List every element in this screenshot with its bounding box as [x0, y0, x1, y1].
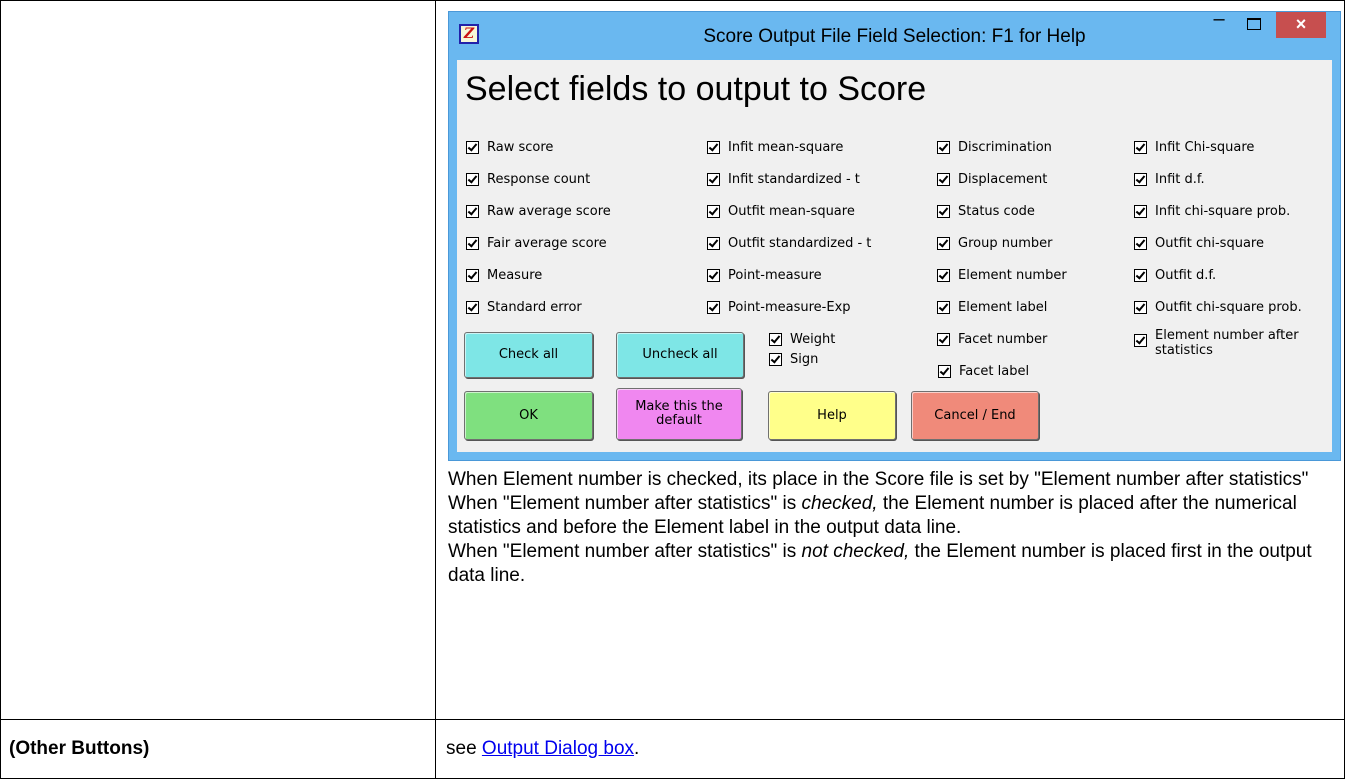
checkbox-status-code[interactable]: Status code — [937, 204, 1035, 219]
checkbox-checked-icon[interactable] — [937, 173, 950, 186]
checkbox-checked-icon[interactable] — [937, 205, 950, 218]
checkbox-checked-icon[interactable] — [937, 333, 950, 346]
checkbox-measure[interactable]: Measure — [466, 268, 542, 283]
checkbox-outfit-mean-square[interactable]: Outfit mean-square — [707, 204, 855, 219]
description-paragraph-1: When Element number is checked, its plac… — [448, 469, 1309, 490]
checkbox-raw-average-score[interactable]: Raw average score — [466, 204, 611, 219]
checkbox-checked-icon[interactable] — [707, 301, 720, 314]
checkbox-checked-icon[interactable] — [769, 333, 782, 346]
other-buttons-label: (Other Buttons) — [0, 718, 436, 779]
checkbox-element-label[interactable]: Element label — [937, 300, 1047, 315]
checkbox-point-measure-exp[interactable]: Point-measure-Exp — [707, 300, 851, 315]
left-cell-empty — [0, 0, 436, 720]
checkbox-checked-icon[interactable] — [707, 205, 720, 218]
check-all-button[interactable]: Check all — [464, 332, 593, 378]
help-button[interactable]: Help — [768, 391, 896, 440]
checkbox-outfit-standardized[interactable]: Outfit standardized - t — [707, 236, 871, 251]
checkbox-group-number[interactable]: Group number — [937, 236, 1052, 251]
checkbox-checked-icon[interactable] — [466, 173, 479, 186]
checkbox-displacement[interactable]: Displacement — [937, 172, 1047, 187]
checkbox-checked-icon[interactable] — [937, 237, 950, 250]
checkbox-facet-number[interactable]: Facet number — [937, 332, 1047, 347]
checkbox-outfit-chi-square[interactable]: Outfit chi-square — [1134, 236, 1264, 251]
checkbox-outfit-chi-square-prob[interactable]: Outfit chi-square prob. — [1134, 300, 1302, 315]
description-paragraph-3: When "Element number after statistics" i… — [448, 541, 1312, 586]
checkbox-checked-icon[interactable] — [707, 141, 720, 154]
checkbox-raw-score[interactable]: Raw score — [466, 140, 553, 155]
checkbox-checked-icon[interactable] — [1134, 141, 1147, 154]
dialog-heading: Select fields to output to Score — [465, 70, 927, 108]
checkbox-infit-chi-square-prob[interactable]: Infit chi-square prob. — [1134, 204, 1290, 219]
checkbox-checked-icon[interactable] — [466, 301, 479, 314]
checkbox-checked-icon[interactable] — [1134, 237, 1147, 250]
checkbox-element-number-after-statistics[interactable]: Element number after statistics — [1134, 328, 1305, 358]
checkbox-checked-icon[interactable] — [466, 205, 479, 218]
checkbox-checked-icon[interactable] — [707, 269, 720, 282]
checkbox-standard-error[interactable]: Standard error — [466, 300, 582, 315]
checkbox-infit-mean-square[interactable]: Infit mean-square — [707, 140, 843, 155]
doc-table: Z Score Output File Field Selection: F1 … — [0, 0, 1345, 779]
checkbox-checked-icon[interactable] — [466, 237, 479, 250]
checkbox-checked-icon[interactable] — [938, 365, 951, 378]
checkbox-checked-icon[interactable] — [1134, 334, 1147, 347]
dialog-client: Select fields to output to Score Raw sco… — [457, 60, 1332, 452]
dialog-titlebar[interactable]: Z Score Output File Field Selection: F1 … — [449, 9, 1340, 60]
maximize-icon[interactable] — [1239, 12, 1269, 38]
checkbox-infit-standardized[interactable]: Infit standardized - t — [707, 172, 860, 187]
checkbox-response-count[interactable]: Response count — [466, 172, 590, 187]
checkbox-checked-icon[interactable] — [937, 269, 950, 282]
checkbox-checked-icon[interactable] — [707, 237, 720, 250]
checkbox-checked-icon[interactable] — [1134, 301, 1147, 314]
checkbox-infit-chi-square[interactable]: Infit Chi-square — [1134, 140, 1254, 155]
checkbox-checked-icon[interactable] — [466, 141, 479, 154]
description-text: When Element number is checked, its plac… — [448, 468, 1343, 588]
checkbox-infit-df[interactable]: Infit d.f. — [1134, 172, 1205, 187]
cancel-end-button[interactable]: Cancel / End — [911, 391, 1039, 440]
checkbox-element-number[interactable]: Element number — [937, 268, 1067, 283]
checkbox-facet-label[interactable]: Facet label — [938, 364, 1029, 379]
checkbox-outfit-df[interactable]: Outfit d.f. — [1134, 268, 1216, 283]
checkbox-checked-icon[interactable] — [937, 141, 950, 154]
checkbox-discrimination[interactable]: Discrimination — [937, 140, 1052, 155]
ok-button[interactable]: OK — [464, 391, 593, 440]
checkbox-point-measure[interactable]: Point-measure — [707, 268, 822, 283]
checkbox-checked-icon[interactable] — [1134, 173, 1147, 186]
checkbox-checked-icon[interactable] — [1134, 269, 1147, 282]
other-buttons-description: see Output Dialog box. — [435, 718, 1345, 779]
description-paragraph-2: When "Element number after statistics" i… — [448, 493, 1297, 538]
close-icon[interactable]: × — [1276, 12, 1326, 38]
checkbox-weight[interactable]: Weight — [769, 332, 835, 347]
checkbox-fair-average-score[interactable]: Fair average score — [466, 236, 607, 251]
main-cell: Z Score Output File Field Selection: F1 … — [435, 0, 1345, 720]
minimize-icon[interactable]: – — [1204, 9, 1234, 38]
checkbox-checked-icon[interactable] — [466, 269, 479, 282]
output-dialog-box-link[interactable]: Output Dialog box — [482, 738, 634, 759]
checkbox-checked-icon[interactable] — [937, 301, 950, 314]
checkbox-checked-icon[interactable] — [1134, 205, 1147, 218]
checkbox-checked-icon[interactable] — [707, 173, 720, 186]
checkbox-checked-icon[interactable] — [769, 353, 782, 366]
make-default-button[interactable]: Make this the default — [616, 388, 742, 440]
checkbox-sign[interactable]: Sign — [769, 352, 818, 367]
uncheck-all-button[interactable]: Uncheck all — [616, 332, 744, 378]
score-output-dialog: Z Score Output File Field Selection: F1 … — [448, 9, 1341, 461]
